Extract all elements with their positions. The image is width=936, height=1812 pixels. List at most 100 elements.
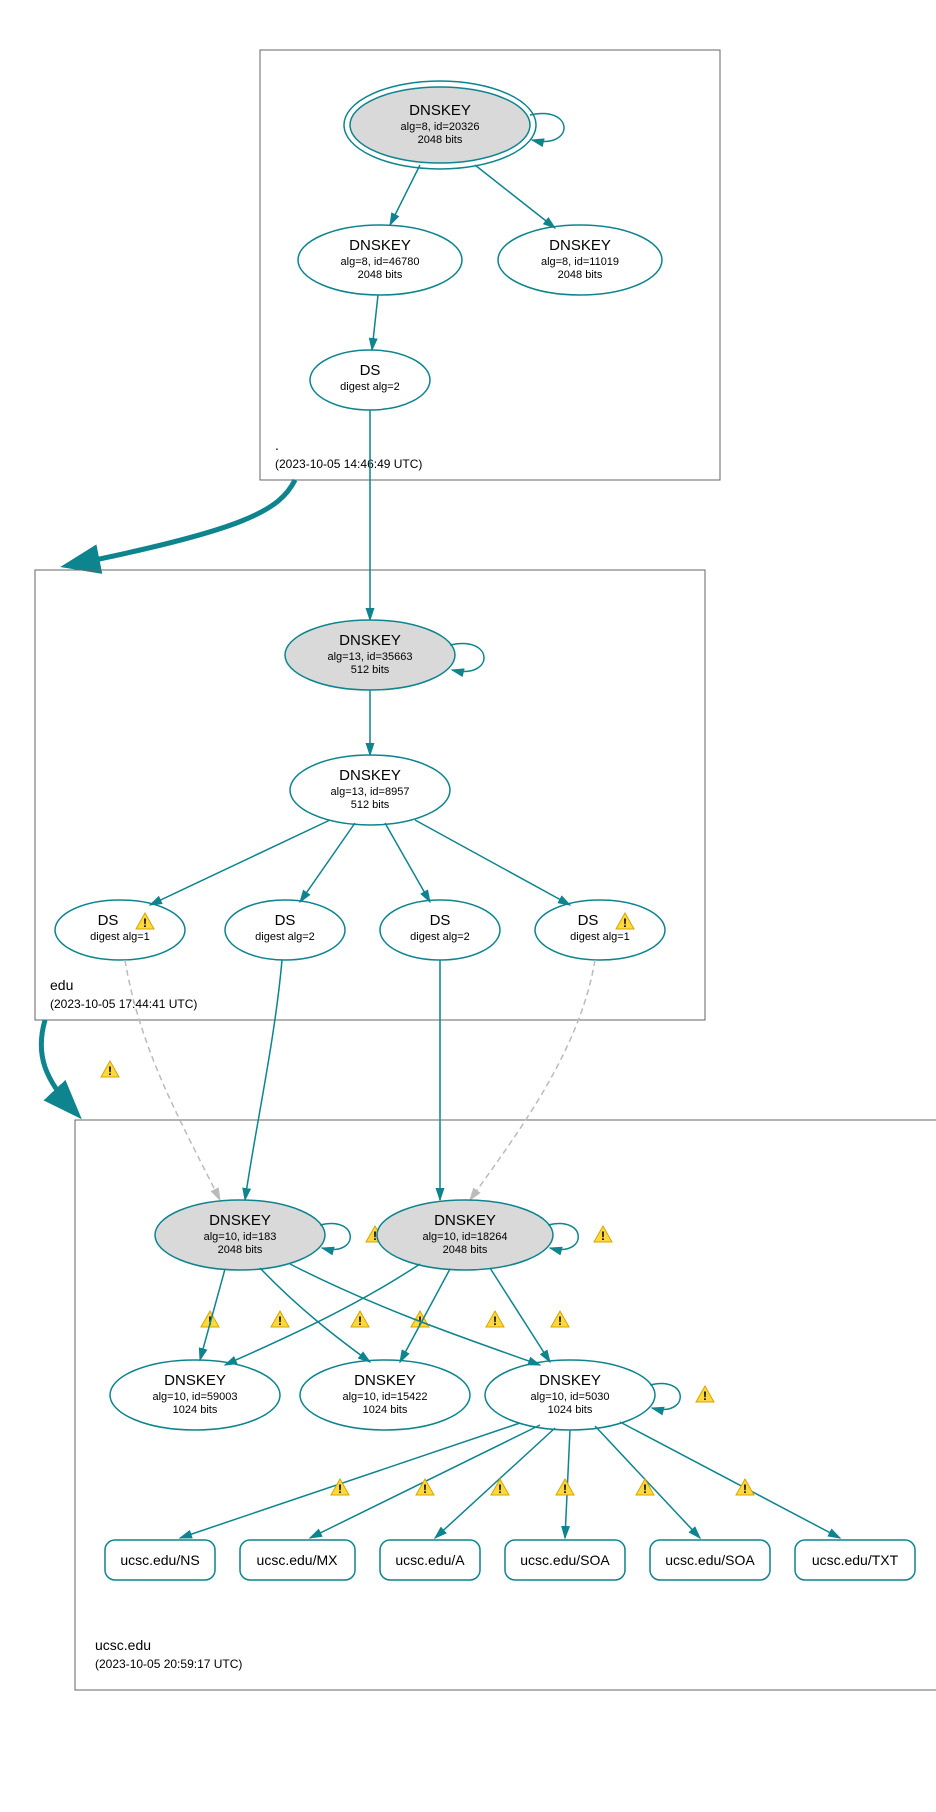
- edge-k183-k15422: [260, 1268, 370, 1362]
- node-root-ds: DS digest alg=2: [310, 350, 430, 410]
- svg-text:DS: DS: [275, 912, 296, 929]
- svg-text:DNSKEY: DNSKEY: [209, 1212, 271, 1229]
- edge-eduzsk-ds2: [300, 823, 355, 902]
- edge-k5030-a: [435, 1428, 555, 1538]
- node-root-zsk1: DNSKEY alg=8, id=46780 2048 bits: [298, 225, 462, 295]
- zone-arrow-edu-ucsc: [41, 1020, 75, 1112]
- edge-k5030-txt: [620, 1422, 840, 1538]
- warning-icon: [556, 1479, 574, 1496]
- node-rr-txt: ucsc.edu/TXT: [795, 1540, 915, 1580]
- edge-eduzsk-ds4: [415, 820, 570, 905]
- svg-text:2048 bits: 2048 bits: [358, 269, 403, 281]
- svg-text:alg=10, id=183: alg=10, id=183: [204, 1231, 277, 1243]
- svg-text:alg=13, id=35663: alg=13, id=35663: [327, 651, 412, 663]
- svg-text:DS: DS: [578, 912, 599, 929]
- svg-text:2048 bits: 2048 bits: [558, 269, 603, 281]
- node-edu-ds2: DS digest alg=2: [225, 900, 345, 960]
- svg-text:DNSKEY: DNSKEY: [549, 237, 611, 254]
- node-rr-soa1: ucsc.edu/SOA: [505, 1540, 625, 1580]
- svg-text:ucsc.edu/TXT: ucsc.edu/TXT: [812, 1552, 899, 1568]
- node-root-zsk2: DNSKEY alg=8, id=11019 2048 bits: [498, 225, 662, 295]
- node-rr-ns: ucsc.edu/NS: [105, 1540, 215, 1580]
- warning-icon: [491, 1479, 509, 1496]
- warning-icon: [271, 1311, 289, 1328]
- edge-rootksk-zsk1: [390, 165, 420, 225]
- zone-edu-ts: (2023-10-05 17:44:41 UTC): [50, 997, 197, 1011]
- edge-k5030-soa2: [595, 1426, 700, 1538]
- zone-ucsc-ts: (2023-10-05 20:59:17 UTC): [95, 1657, 242, 1671]
- svg-text:digest alg=2: digest alg=2: [255, 931, 315, 943]
- node-ucsc-k5030: DNSKEY alg=10, id=5030 1024 bits: [485, 1360, 655, 1430]
- svg-text:ucsc.edu/A: ucsc.edu/A: [395, 1552, 465, 1568]
- edge-k18264-k5030: [490, 1268, 550, 1362]
- svg-text:ucsc.edu/SOA: ucsc.edu/SOA: [520, 1552, 610, 1568]
- edge-k183-k5030: [290, 1264, 540, 1365]
- edge-eduzsk-ds3: [385, 823, 430, 902]
- warning-icon: [486, 1311, 504, 1328]
- edge-ds4-k18264-dashed: [470, 960, 595, 1200]
- edge-eduzsk-ds1: [150, 820, 330, 905]
- svg-text:DS: DS: [98, 912, 119, 929]
- svg-text:512 bits: 512 bits: [351, 799, 390, 811]
- edge-k183-k59003: [200, 1269, 225, 1360]
- zone-edu-label: edu: [50, 977, 73, 993]
- svg-text:alg=13, id=8957: alg=13, id=8957: [331, 786, 410, 798]
- svg-text:DNSKEY: DNSKEY: [409, 102, 471, 119]
- svg-text:digest alg=2: digest alg=2: [340, 381, 400, 393]
- svg-text:DNSKEY: DNSKEY: [434, 1212, 496, 1229]
- svg-text:ucsc.edu/SOA: ucsc.edu/SOA: [665, 1552, 755, 1568]
- svg-text:alg=10, id=15422: alg=10, id=15422: [342, 1391, 427, 1403]
- warning-icon: [636, 1479, 654, 1496]
- svg-text:1024 bits: 1024 bits: [173, 1404, 218, 1416]
- svg-text:alg=8, id=11019: alg=8, id=11019: [541, 256, 619, 268]
- zone-arrow-root-edu: [70, 480, 295, 565]
- node-edu-ds4: DS digest alg=1: [535, 900, 665, 960]
- svg-text:alg=8, id=46780: alg=8, id=46780: [341, 256, 420, 268]
- warning-icon: [351, 1311, 369, 1328]
- svg-text:digest alg=1: digest alg=1: [570, 931, 630, 943]
- svg-text:alg=10, id=59003: alg=10, id=59003: [152, 1391, 237, 1403]
- svg-text:alg=8, id=20326: alg=8, id=20326: [401, 121, 480, 133]
- svg-text:DS: DS: [360, 362, 381, 379]
- svg-text:digest alg=2: digest alg=2: [410, 931, 470, 943]
- node-ucsc-k59003: DNSKEY alg=10, id=59003 1024 bits: [110, 1360, 280, 1430]
- svg-text:2048 bits: 2048 bits: [218, 1244, 263, 1256]
- edge-ds1-k183-dashed: [125, 960, 220, 1200]
- node-edu-ds3: DS digest alg=2: [380, 900, 500, 960]
- svg-text:1024 bits: 1024 bits: [363, 1404, 408, 1416]
- svg-text:DS: DS: [430, 912, 451, 929]
- edge-zsk1-ds: [372, 295, 378, 350]
- node-edu-ds1: DS digest alg=1: [55, 900, 185, 960]
- svg-text:DNSKEY: DNSKEY: [339, 632, 401, 649]
- svg-text:2048 bits: 2048 bits: [443, 1244, 488, 1256]
- svg-text:DNSKEY: DNSKEY: [539, 1372, 601, 1389]
- warning-icon: [736, 1479, 754, 1496]
- node-rr-soa2: ucsc.edu/SOA: [650, 1540, 770, 1580]
- svg-text:DNSKEY: DNSKEY: [349, 237, 411, 254]
- warning-icon: [594, 1226, 612, 1243]
- edge-ds2-k183: [245, 960, 282, 1200]
- svg-text:alg=10, id=18264: alg=10, id=18264: [422, 1231, 507, 1243]
- svg-text:ucsc.edu/NS: ucsc.edu/NS: [120, 1552, 199, 1568]
- svg-text:DNSKEY: DNSKEY: [339, 767, 401, 784]
- edge-k5030-ns: [180, 1423, 520, 1538]
- warning-icon: [101, 1061, 119, 1078]
- warning-icon: [551, 1311, 569, 1328]
- svg-text:DNSKEY: DNSKEY: [354, 1372, 416, 1389]
- node-edu-ksk: DNSKEY alg=13, id=35663 512 bits: [285, 620, 455, 690]
- dnssec-graph: ! . (2023-10-05 14:46:49 UTC) DNSKEY alg…: [20, 20, 936, 1792]
- node-ucsc-k183: DNSKEY alg=10, id=183 2048 bits: [155, 1200, 325, 1270]
- svg-text:1024 bits: 1024 bits: [548, 1404, 593, 1416]
- warning-icon: [696, 1386, 714, 1403]
- node-ucsc-k15422: DNSKEY alg=10, id=15422 1024 bits: [300, 1360, 470, 1430]
- edge-rootksk-zsk2: [475, 165, 555, 228]
- zone-ucsc-label: ucsc.edu: [95, 1637, 151, 1653]
- node-root-ksk: DNSKEY alg=8, id=20326 2048 bits: [344, 81, 536, 169]
- svg-text:digest alg=1: digest alg=1: [90, 931, 150, 943]
- zone-root-ts: (2023-10-05 14:46:49 UTC): [275, 457, 422, 471]
- svg-text:alg=10, id=5030: alg=10, id=5030: [531, 1391, 610, 1403]
- zone-root-label: .: [275, 437, 279, 453]
- svg-text:512 bits: 512 bits: [351, 664, 390, 676]
- node-rr-a: ucsc.edu/A: [380, 1540, 480, 1580]
- edge-k18264-k15422: [400, 1269, 450, 1362]
